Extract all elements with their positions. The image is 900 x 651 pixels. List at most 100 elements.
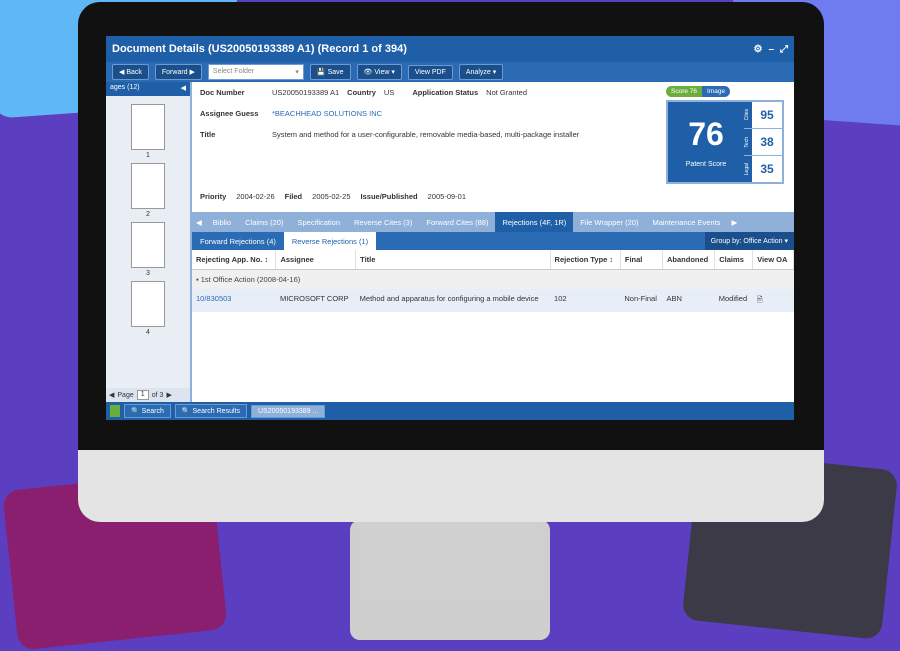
next-page-icon[interactable]: ▶ (166, 391, 171, 399)
cell-final: Non-Final (620, 289, 663, 312)
cell-abandoned: ABN (662, 289, 715, 312)
tab-reverse-cites[interactable]: Reverse Cites (3) (347, 212, 419, 232)
col-rejecting-app[interactable]: Rejecting App. No. ↕ (192, 250, 277, 270)
image-tab[interactable]: Image (702, 86, 731, 97)
content-area: ages (12) ◀ 1 2 3 4 ◀ Page 1 of 3 ▶ Doc … (106, 82, 794, 402)
monitor-chin (78, 450, 824, 522)
view-pdf-button[interactable]: View PDF (407, 64, 453, 80)
col-view-oa[interactable]: View OA (752, 250, 794, 270)
forward-button[interactable]: Forward ▶ (154, 64, 202, 80)
minimize-icon[interactable]: – (768, 44, 774, 55)
table-header-row: Rejecting App. No. ↕ Assignee Title Reje… (192, 250, 794, 270)
title-value: System and method for a user-configurabl… (272, 130, 580, 139)
page-thumbnail[interactable] (131, 163, 165, 209)
page-label: Page (117, 391, 134, 399)
document-tabs: ◀ Biblio Claims (20) Specification Rever… (192, 212, 794, 232)
back-button[interactable]: ◀ Back (112, 64, 149, 80)
save-button[interactable]: 💾 Save (309, 64, 351, 80)
prev-page-icon[interactable]: ◀ (109, 391, 114, 399)
toolbar: ◀ Back Forward ▶ Select Folder ▾ 💾 Save 👁… (106, 62, 794, 82)
score-sub-value: 35 (752, 156, 782, 182)
priority-value: 2004-02-26 (236, 192, 275, 201)
tab-forward-cites[interactable]: Forward Cites (88) (419, 212, 495, 232)
assignee-value[interactable]: *BEACHHEAD SOLUTIONS INC (272, 109, 382, 118)
page-thumbnail-number: 2 (146, 211, 150, 218)
tab-claims[interactable]: Claims (20) (238, 212, 290, 232)
view-button[interactable]: 👁 View ▾ (356, 64, 402, 80)
view-oa-document-icon[interactable]: 🗎 (752, 289, 794, 312)
tab-biblio[interactable]: Biblio (206, 212, 238, 232)
tab-file-wrapper[interactable]: File Wrapper (20) (573, 212, 645, 232)
col-abandoned[interactable]: Abandoned (662, 250, 716, 270)
score-sub-value: 95 (752, 102, 782, 128)
page-thumbnail-number: 1 (146, 152, 150, 159)
score-main: 76 Patent Score (668, 102, 744, 182)
window-title: Document Details (US20050193389 A1) (Rec… (112, 43, 407, 55)
pages-panel: ages (12) ◀ 1 2 3 4 ◀ Page 1 of 3 ▶ (106, 82, 192, 402)
page-thumbnail[interactable] (131, 281, 165, 327)
score-panel: 76 Patent Score Cites 95 Tech 38 Legal 35 (666, 100, 784, 184)
cell-title: Method and apparatus for configuring a m… (355, 289, 551, 312)
monitor-stand (360, 522, 540, 600)
tabs-scroll-left-icon[interactable]: ◀ (192, 212, 206, 232)
app-status-value: Not Granted (486, 88, 528, 97)
folder-select[interactable]: Select Folder ▾ (207, 64, 304, 80)
score-sub-value: 38 (752, 129, 782, 155)
score-tab[interactable]: Score 76 (666, 86, 703, 97)
folder-select-label: Select Folder (212, 68, 255, 75)
col-claims[interactable]: Claims (714, 250, 754, 270)
dates-row: Priority 2004-02-26 Filed 2005-02-25 Iss… (200, 192, 466, 201)
cell-claims: Modified (714, 289, 753, 312)
country-value: US (383, 88, 395, 97)
col-assignee[interactable]: Assignee (275, 250, 357, 270)
tab-rejections[interactable]: Rejections (4F, 1R) (495, 212, 574, 232)
taskbar-document[interactable]: US20050193389 ... (250, 404, 326, 418)
rejections-table: Rejecting App. No. ↕ Assignee Title Reje… (192, 250, 794, 312)
page-thumbnail[interactable] (131, 104, 165, 150)
group-by-button[interactable]: Group by: Office Action ▾ (704, 232, 794, 250)
collapse-icon[interactable]: ◀ (181, 84, 186, 94)
tab-forward-rejections[interactable]: Forward Rejections (4) (192, 232, 284, 250)
page-thumbnail-number: 4 (146, 329, 150, 336)
pages-panel-title: ages (12) (110, 84, 140, 91)
group-row[interactable]: ▪ 1st Office Action (2008-04-16) (192, 269, 794, 289)
score-sub-label: Cites (744, 109, 750, 121)
document-metadata: Doc Number US20050193389 A1 Country US A… (192, 82, 794, 204)
app-logo (110, 405, 120, 417)
tab-reverse-rejections[interactable]: Reverse Rejections (1) (283, 232, 377, 250)
taskbar: 🔍 Search 🔍 Search Results US20050193389 … (106, 402, 794, 420)
rejecting-app-link[interactable]: 10/830503 (192, 289, 276, 312)
issue-value: 2005-09-01 (427, 192, 467, 201)
pages-panel-header: ages (12) ◀ (106, 82, 190, 96)
score-legal: Legal 35 (744, 155, 782, 182)
tab-maintenance-events[interactable]: Maintenance Events (645, 212, 727, 232)
page-thumbnail-number: 3 (146, 270, 150, 277)
filed-label: Filed (284, 192, 303, 201)
taskbar-search-results[interactable]: 🔍 Search Results (174, 404, 247, 418)
analyze-button[interactable]: Analyze ▾ (458, 64, 504, 80)
patent-score-widget: Score 76 Image 76 Patent Score Cites 95 T… (666, 86, 784, 184)
doc-number-value: US20050193389 A1 (272, 88, 340, 97)
col-final[interactable]: Final (620, 250, 664, 270)
col-title[interactable]: Title (355, 250, 551, 270)
page-input[interactable]: 1 (136, 390, 149, 400)
settings-icon[interactable]: ⚙ (753, 44, 762, 55)
chevron-down-icon: ▾ (295, 69, 299, 76)
score-breakdown: Cites 95 Tech 38 Legal 35 (744, 102, 782, 182)
issue-label: Issue/Published (360, 192, 418, 201)
group-row-label: ▪ 1st Office Action (2008-04-16) (192, 269, 794, 289)
maximize-icon[interactable]: ⤢ (780, 44, 788, 55)
pager: ◀ Page 1 of 3 ▶ (106, 388, 190, 402)
score-sub-label: Legal (744, 162, 750, 176)
taskbar-search[interactable]: 🔍 Search (124, 404, 171, 418)
tab-specification[interactable]: Specification (290, 212, 347, 232)
group-label: 1st Office Action (2008-04-16) (200, 275, 301, 284)
page-total: of 3 (151, 391, 164, 399)
score-tabs: Score 76 Image (666, 86, 784, 97)
tabs-scroll-right-icon[interactable]: ▶ (727, 212, 741, 232)
score-sub-label: Tech (744, 136, 750, 148)
page-thumbnail[interactable] (131, 222, 165, 268)
col-rejection-type[interactable]: Rejection Type ↕ (550, 250, 621, 270)
cell-assignee: MICROSOFT CORP (275, 289, 356, 312)
table-row[interactable]: 10/830503 MICROSOFT CORP Method and appa… (192, 289, 794, 312)
